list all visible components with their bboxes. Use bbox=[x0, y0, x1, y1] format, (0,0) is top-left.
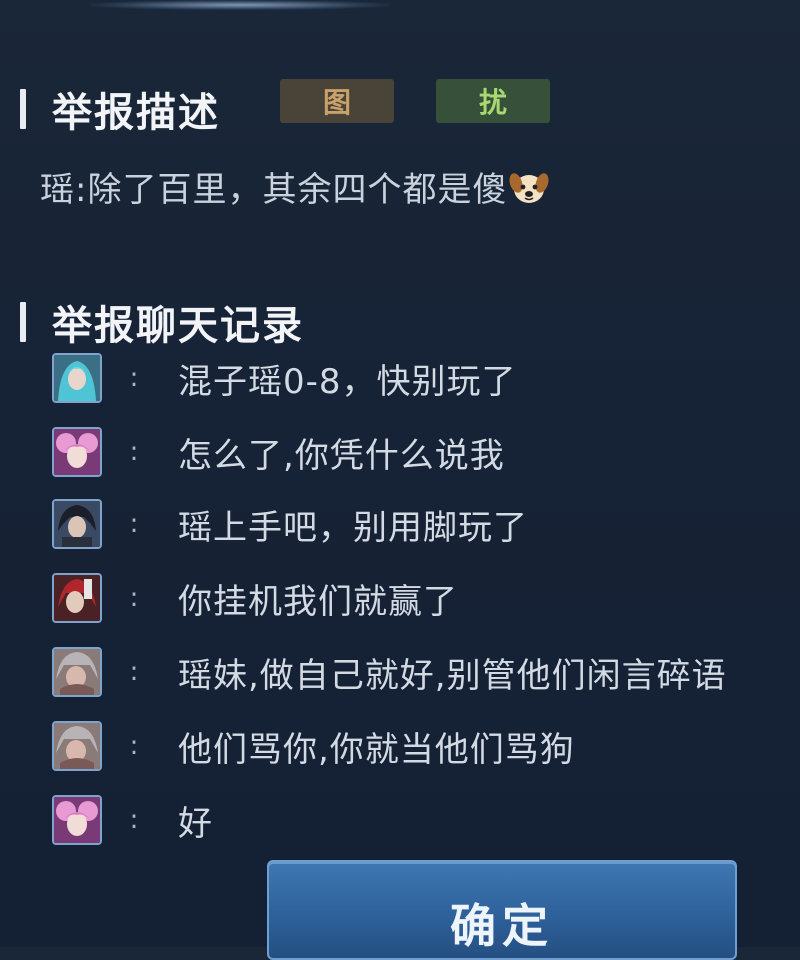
chat-log-title: 举报聊天记录 bbox=[52, 303, 304, 349]
description-text: 瑶:除了百里，其余四个都是傻 bbox=[40, 170, 508, 210]
chat-separator: : bbox=[129, 583, 139, 613]
top-glow bbox=[90, 0, 390, 10]
chat-message: 怎么了,你凭什么说我 bbox=[178, 435, 505, 476]
report-tag-harass-label: 扰 bbox=[478, 86, 507, 119]
avatar bbox=[52, 427, 102, 477]
section-bar bbox=[20, 89, 26, 129]
avatar bbox=[52, 353, 102, 403]
avatar bbox=[52, 795, 102, 845]
chat-separator: : bbox=[129, 363, 139, 393]
chat-row: : 怎么了,你凭什么说我 bbox=[52, 422, 505, 482]
chat-row: : 他们骂你,你就当他们骂狗 bbox=[52, 716, 575, 776]
chat-message: 瑶上手吧，别用脚玩了 bbox=[178, 507, 528, 548]
chat-separator: : bbox=[129, 731, 139, 761]
confirm-button[interactable]: 确定 bbox=[267, 860, 737, 960]
chat-separator: : bbox=[129, 657, 139, 687]
avatar bbox=[52, 647, 102, 697]
report-tag-harass[interactable]: 扰 bbox=[436, 79, 550, 123]
report-description-header: 举报描述 bbox=[20, 80, 220, 138]
avatar bbox=[52, 499, 102, 549]
report-description-text: 瑶:除了百里，其余四个都是傻 bbox=[40, 162, 549, 214]
chat-row: : 好 bbox=[52, 790, 213, 850]
chat-separator: : bbox=[129, 437, 139, 467]
chat-separator: : bbox=[129, 805, 139, 835]
chat-message: 你挂机我们就赢了 bbox=[178, 581, 458, 622]
chat-message: 混子瑶0-8，快别玩了 bbox=[178, 361, 517, 402]
dog-face-icon bbox=[509, 169, 549, 214]
report-tag-image[interactable]: 图 bbox=[280, 79, 394, 123]
chat-log-header: 举报聊天记录 bbox=[20, 293, 304, 351]
chat-message: 瑶妹,做自己就好,别管他们闲言碎语 bbox=[178, 655, 727, 696]
section-bar bbox=[20, 302, 26, 342]
report-tag-image-label: 图 bbox=[322, 86, 351, 119]
chat-row: : 瑶上手吧，别用脚玩了 bbox=[52, 494, 528, 554]
chat-row: : 瑶妹,做自己就好,别管他们闲言碎语 bbox=[52, 642, 727, 702]
chat-message: 好 bbox=[178, 803, 213, 844]
avatar bbox=[52, 573, 102, 623]
chat-separator: : bbox=[129, 509, 139, 539]
avatar bbox=[52, 721, 102, 771]
confirm-button-label: 确定 bbox=[450, 899, 554, 953]
chat-row: : 你挂机我们就赢了 bbox=[52, 568, 458, 628]
chat-message: 他们骂你,你就当他们骂狗 bbox=[178, 729, 575, 770]
report-description-title: 举报描述 bbox=[52, 90, 220, 136]
chat-row: : 混子瑶0-8，快别玩了 bbox=[52, 348, 517, 408]
